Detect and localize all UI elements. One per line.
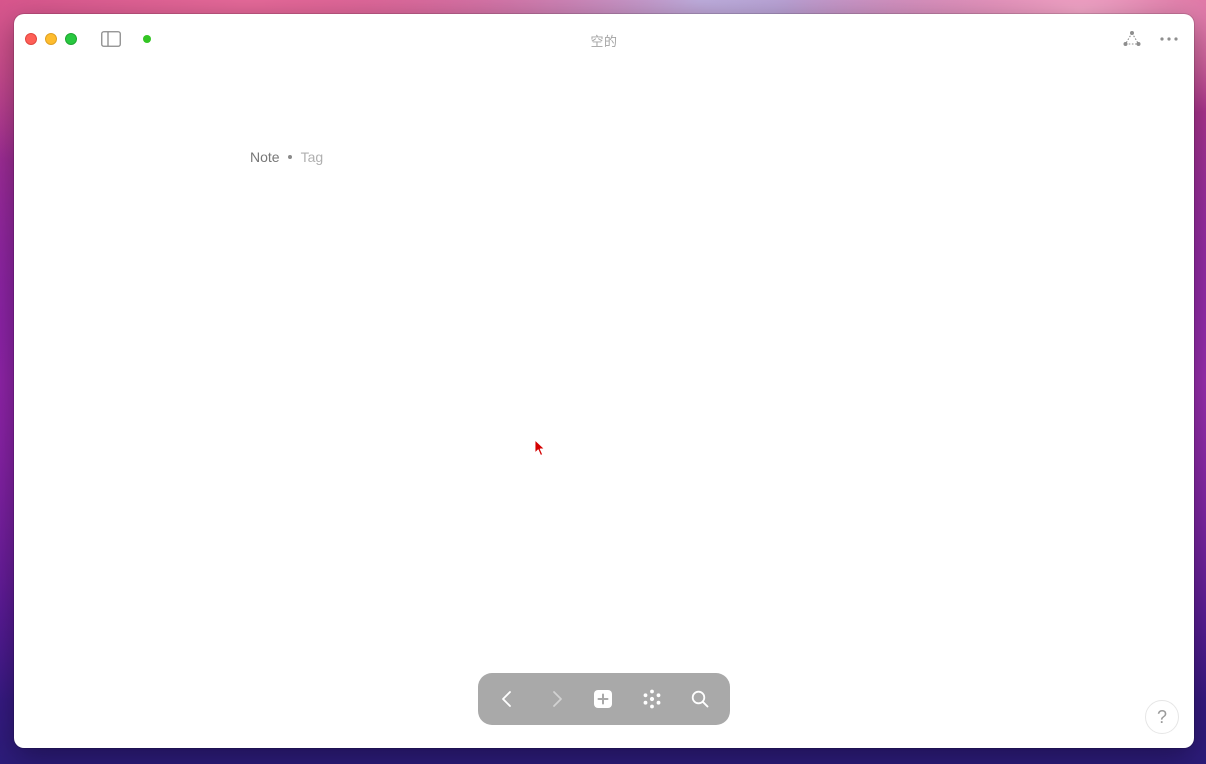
graph-icon[interactable] <box>1122 30 1142 48</box>
overview-icon <box>643 689 661 709</box>
note-type-label[interactable]: Note <box>250 149 280 165</box>
search-icon <box>691 690 709 708</box>
note-meta-line: Note Tag <box>250 149 323 165</box>
forward-button[interactable] <box>544 686 570 712</box>
separator-dot <box>287 155 292 159</box>
tag-field[interactable]: Tag <box>301 149 324 165</box>
search-button[interactable] <box>687 686 713 712</box>
new-note-button[interactable] <box>590 686 616 712</box>
back-icon <box>502 691 511 707</box>
forward-icon <box>553 691 562 707</box>
bottom-toolbar <box>478 673 730 725</box>
window-title: 空的 <box>590 34 618 49</box>
help-button[interactable]: ? <box>1145 700 1179 734</box>
back-button[interactable] <box>494 686 520 712</box>
overview-button[interactable] <box>639 686 665 712</box>
more-icon[interactable] <box>1158 30 1180 48</box>
new-note-icon <box>594 690 612 708</box>
mouse-cursor-icon <box>534 439 546 456</box>
app-window: 空的 Note Tag ? <box>14 14 1194 748</box>
